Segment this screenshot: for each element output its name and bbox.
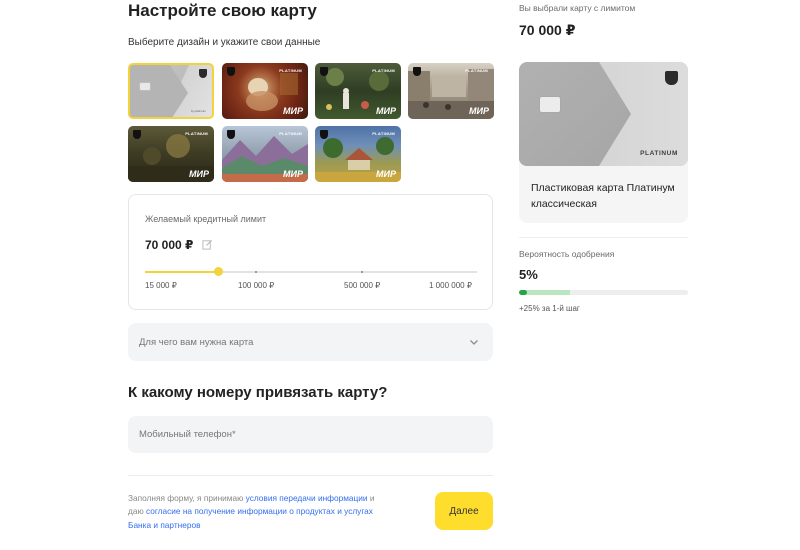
card-purpose-placeholder: Для чего вам нужна карта xyxy=(139,337,254,348)
bank-shield-icon xyxy=(665,71,678,85)
phone-input[interactable]: Мобильный телефон* xyxy=(128,416,493,453)
platinum-label: PLATINUM xyxy=(372,131,395,136)
chevron-down-icon xyxy=(470,340,478,345)
data-transfer-terms-link[interactable]: условия передачи информации xyxy=(246,493,368,503)
approval-probability-bar xyxy=(519,290,688,295)
credit-limit-panel: Желаемый кредитный лимит 70 000 ₽ 15 000… xyxy=(128,194,493,310)
platinum-label: PLATINUM xyxy=(185,131,208,136)
selected-card-image: PLATINUM xyxy=(519,62,688,166)
bank-shield-icon xyxy=(320,130,328,139)
consent-text: Заполняя форму, я принимаю условия перед… xyxy=(128,492,378,532)
slider-tick xyxy=(255,271,257,273)
divider xyxy=(128,475,493,476)
bank-shield-icon xyxy=(413,67,421,76)
platinum-label: PLATINUM xyxy=(465,68,488,73)
slider-tick xyxy=(361,271,363,273)
current-probability-fill xyxy=(519,290,528,295)
marketing-consent-link[interactable]: согласие на получение информации о проду… xyxy=(128,506,373,529)
mir-logo: МИР xyxy=(189,169,209,179)
mir-logo: МИР xyxy=(376,169,396,179)
approval-probability-note: +25% за 1-й шаг xyxy=(519,304,580,313)
platinum-label: PLATINUM xyxy=(640,150,678,157)
selected-card-name: Пластиковая карта Платинум классическая xyxy=(531,182,675,210)
tick-label: 100 000 ₽ xyxy=(238,281,275,290)
card-design-silver[interactable]: by.platinum xyxy=(128,63,214,119)
form-subtitle: Выберите дизайн и укажите свои данные xyxy=(128,37,321,48)
platinum-label: PLATINUM xyxy=(279,68,302,73)
card-chip-icon xyxy=(539,96,561,113)
chosen-limit-value: 70 000 ₽ xyxy=(519,22,576,38)
edit-icon[interactable] xyxy=(202,239,213,250)
card-purpose-select[interactable]: Для чего вам нужна карта xyxy=(128,323,493,361)
card-design-village[interactable]: PLATINUM МИР xyxy=(315,126,401,182)
mir-logo: МИР xyxy=(376,106,396,116)
bank-shield-icon xyxy=(199,69,207,78)
credit-limit-value[interactable]: 70 000 ₽ xyxy=(145,238,193,252)
platinum-label: PLATINUM xyxy=(279,131,302,136)
mir-logo: МИР xyxy=(283,169,303,179)
approval-probability-value: 5% xyxy=(519,267,538,282)
slider-knob[interactable] xyxy=(214,267,224,276)
phone-placeholder: Мобильный телефон* xyxy=(139,429,236,440)
card-signature: by.platinum xyxy=(190,109,206,113)
divider xyxy=(519,237,688,238)
bank-shield-icon xyxy=(227,67,235,76)
bank-shield-icon xyxy=(133,130,141,139)
tick-label: 1 000 000 ₽ xyxy=(429,281,472,290)
mir-logo: МИР xyxy=(469,106,489,116)
platinum-label: PLATINUM xyxy=(372,68,395,73)
approval-probability-label: Вероятность одобрения xyxy=(519,249,615,259)
slider-fill xyxy=(145,271,219,273)
card-design-mountains[interactable]: PLATINUM МИР xyxy=(222,126,308,182)
tick-label: 500 000 ₽ xyxy=(344,281,381,290)
card-design-lion-painting[interactable]: PLATINUM МИР xyxy=(222,63,308,119)
credit-limit-label: Желаемый кредитный лимит xyxy=(145,214,267,224)
bank-shield-icon xyxy=(320,67,328,76)
card-chip-icon xyxy=(139,82,151,91)
bank-shield-icon xyxy=(227,130,235,139)
consent-text-part: Заполняя форму, я принимаю xyxy=(128,493,246,503)
card-design-dark-landscape[interactable]: PLATINUM МИР xyxy=(128,126,214,182)
form-title: Настройте свою карту xyxy=(128,1,317,20)
tick-label: 15 000 ₽ xyxy=(145,281,177,290)
selected-card-panel: PLATINUM Пластиковая карта Платинум клас… xyxy=(519,62,688,223)
next-button[interactable]: Далее xyxy=(435,492,493,530)
chosen-limit-label: Вы выбрали карту с лимитом xyxy=(519,3,636,13)
mir-logo: МИР xyxy=(283,106,303,116)
phone-section-title: К какому номеру привязать карту? xyxy=(128,384,388,401)
credit-limit-slider[interactable] xyxy=(145,267,477,276)
card-design-lady-garden[interactable]: PLATINUM МИР xyxy=(315,63,401,119)
card-design-city-street[interactable]: PLATINUM МИР xyxy=(408,63,494,119)
